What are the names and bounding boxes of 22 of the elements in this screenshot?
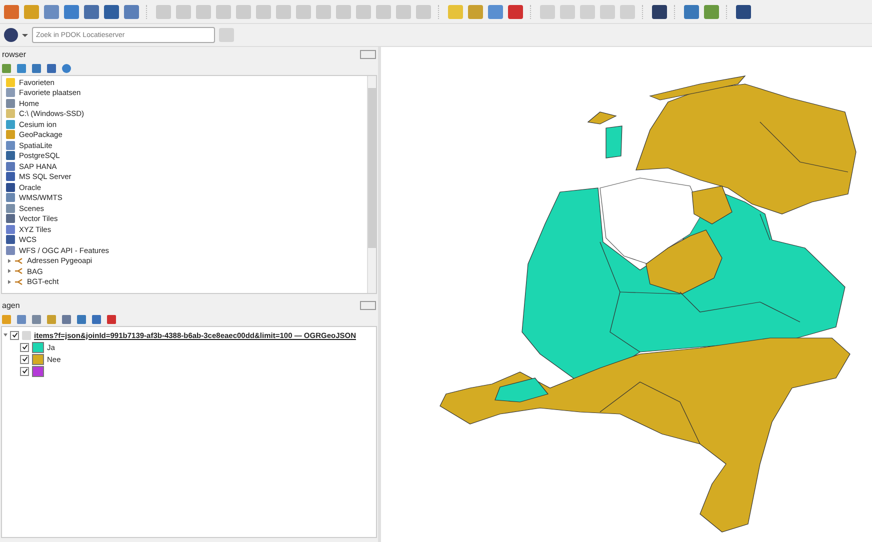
connection-icon (15, 268, 23, 274)
scrollbar-thumb[interactable] (368, 88, 376, 248)
connection-icon (15, 258, 23, 264)
layer-checkbox[interactable] (20, 354, 29, 364)
expand-arrow-icon[interactable] (8, 280, 11, 284)
layer-checkbox[interactable] (10, 330, 19, 340)
dock-buttons-icon[interactable] (360, 50, 376, 58)
toolbar-icon[interactable] (508, 4, 523, 18)
layer-checkbox[interactable] (20, 342, 29, 352)
layer-checkbox[interactable] (20, 366, 29, 376)
layer-icon (22, 330, 31, 340)
panel-title: rowser (2, 50, 26, 58)
connection-icon (15, 278, 23, 285)
toolbar-icon[interactable] (84, 4, 99, 18)
toolbar-icon[interactable] (104, 4, 119, 18)
toolbar-icon[interactable] (652, 4, 667, 18)
dock-buttons-icon[interactable] (360, 300, 376, 310)
expand-arrow-icon[interactable] (8, 258, 11, 263)
caret-icon[interactable] (22, 34, 28, 36)
scrollbar[interactable] (367, 76, 376, 293)
expand-arrow-icon[interactable] (8, 269, 11, 274)
panel-title: agen (2, 300, 20, 310)
